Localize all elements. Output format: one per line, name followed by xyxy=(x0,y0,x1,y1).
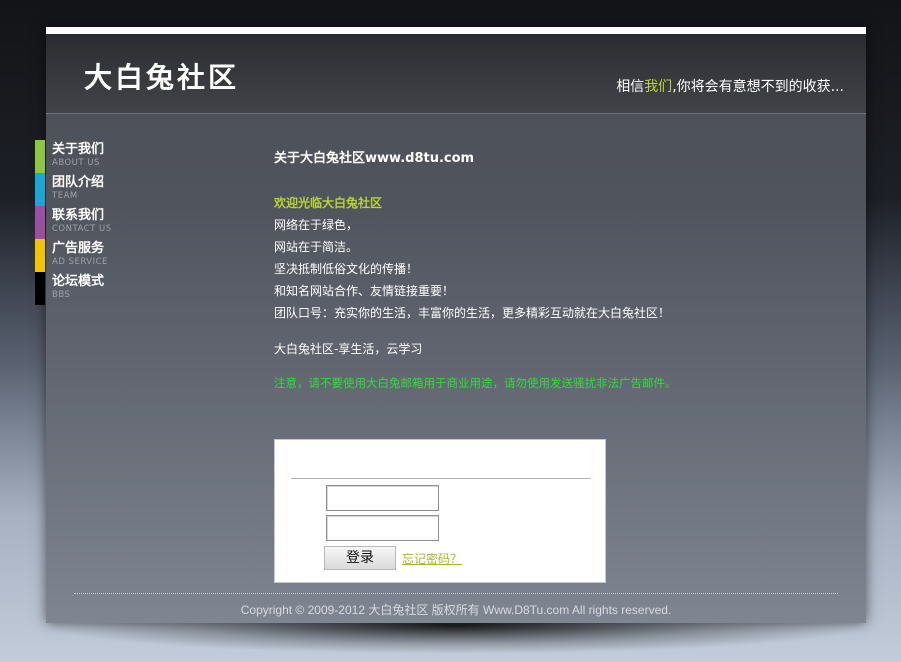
username-input[interactable] xyxy=(326,485,439,511)
main-content: 关于大白兔社区www.d8tu.com 欢迎光临大白兔社区 网络在于绿色， 网站… xyxy=(274,147,834,393)
nav-item-team[interactable]: 团队介绍 TEAM xyxy=(35,173,155,206)
site-logo[interactable]: 大白兔社区 xyxy=(84,56,239,96)
forgot-password-link[interactable]: 忘记密码？ xyxy=(402,550,462,567)
nav-item-label: 论坛模式 xyxy=(52,274,105,289)
nav-item-sublabel: CONTACT US xyxy=(52,224,112,234)
content-line: 团队口号：充实你的生活，丰富你的生活，更多精彩互动就在大白兔社区！ xyxy=(274,306,671,320)
content-line: 和知名网站合作、友情链接重要！ xyxy=(274,284,455,298)
nav-item-sublabel: BBS xyxy=(52,290,71,300)
nav-item-sublabel: ABOUT US xyxy=(52,158,100,168)
notice-text: 注意，请不要使用大白兔邮箱用于商业用途，请勿使用发送骚扰非法广告邮件。 xyxy=(274,376,677,390)
slogan-highlight: 我们 xyxy=(644,79,673,95)
nav-color-bar xyxy=(35,239,45,272)
top-white-bar xyxy=(46,27,866,34)
header-slogan: 相信我们,你将会有意想不到的收获... xyxy=(616,76,844,96)
motto-text: 大白兔社区-享生活，云学习 xyxy=(274,342,423,356)
nav-item-contact-us[interactable]: 联系我们 CONTACT US xyxy=(35,206,155,239)
side-nav: 关于我们 ABOUT US 团队介绍 TEAM 联系我们 CONTACT US … xyxy=(35,140,155,305)
nav-item-label: 广告服务 xyxy=(52,241,105,256)
nav-item-ad-service[interactable]: 广告服务 AD SERVICE xyxy=(35,239,155,272)
nav-item-label: 团队介绍 xyxy=(52,175,105,190)
nav-color-bar xyxy=(35,206,45,239)
slogan-prefix: 相信 xyxy=(616,79,645,95)
nav-color-bar xyxy=(35,173,45,206)
footer-divider xyxy=(74,593,838,594)
nav-item-about-us[interactable]: 关于我们 ABOUT US xyxy=(35,140,155,173)
welcome-heading: 欢迎光临大白兔社区 xyxy=(274,196,383,210)
password-input[interactable] xyxy=(326,515,439,541)
header: 大白兔社区 相信我们,你将会有意想不到的收获... xyxy=(46,34,866,114)
nav-item-label: 联系我们 xyxy=(52,208,105,223)
login-panel: 登录 忘记密码？ xyxy=(274,439,606,583)
page-shadow xyxy=(40,618,870,654)
login-divider xyxy=(291,478,591,479)
nav-item-sublabel: AD SERVICE xyxy=(52,257,108,267)
nav-color-bar xyxy=(35,140,45,173)
footer-copyright: Copyright © 2009-2012 大白兔社区 版权所有 Www.D8T… xyxy=(240,603,672,617)
page-container: 大白兔社区 相信我们,你将会有意想不到的收获... 关于我们 ABOUT US … xyxy=(35,27,866,623)
nav-item-label: 关于我们 xyxy=(52,142,105,157)
content-line: 坚决抵制低俗文化的传播！ xyxy=(274,262,419,276)
nav-item-sublabel: TEAM xyxy=(52,191,78,201)
content-title: 关于大白兔社区www.d8tu.com xyxy=(274,151,475,166)
login-button[interactable]: 登录 xyxy=(324,546,396,570)
content-line: 网络在于绿色， xyxy=(274,218,359,232)
nav-color-bar xyxy=(35,272,45,305)
content-line: 网站在于简洁。 xyxy=(274,240,359,254)
slogan-suffix: ,你将会有意想不到的收获... xyxy=(672,79,844,95)
nav-item-bbs[interactable]: 论坛模式 BBS xyxy=(35,272,155,305)
